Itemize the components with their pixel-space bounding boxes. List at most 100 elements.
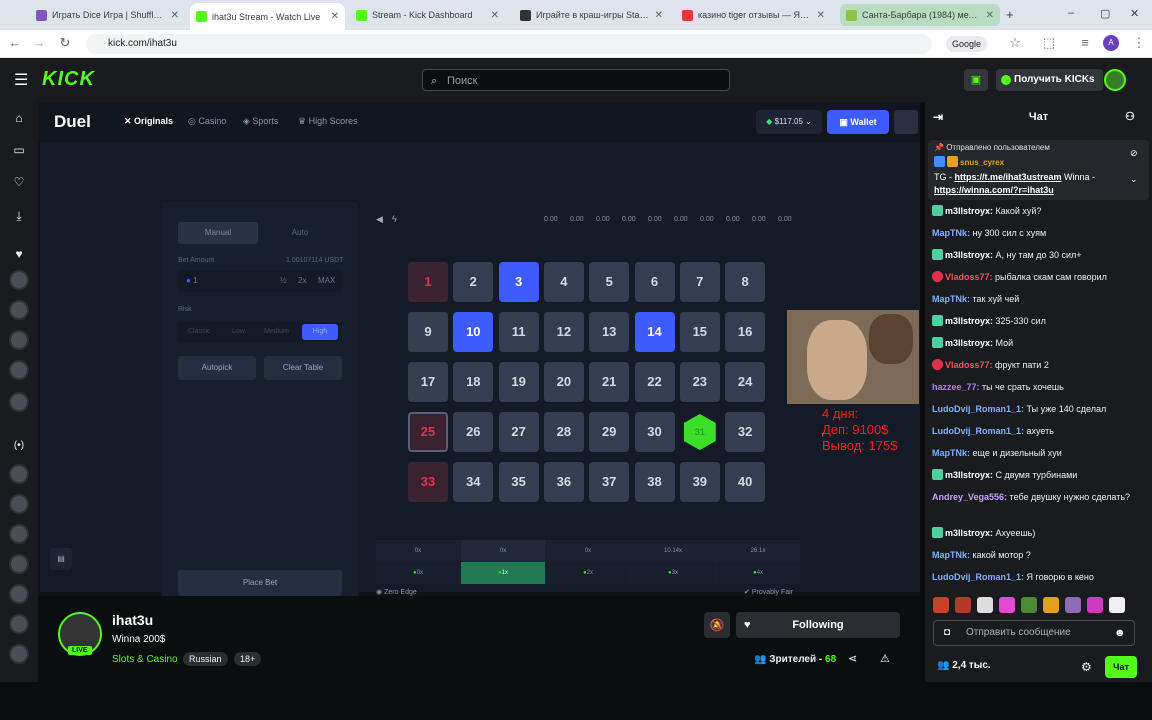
emote[interactable] — [999, 597, 1015, 613]
unpin-icon[interactable]: ⊘ — [1130, 148, 1138, 159]
report-icon[interactable]: ⚠ — [880, 652, 890, 665]
minimize-icon[interactable]: – — [1068, 7, 1074, 19]
chat-username[interactable]: m3llstroyx — [945, 338, 990, 348]
browse-icon[interactable]: ▭ — [7, 140, 31, 160]
emote[interactable] — [1043, 597, 1059, 613]
favorites-heart-icon[interactable]: ♥ — [7, 244, 31, 264]
user-avatar[interactable] — [1104, 69, 1126, 91]
address-bar[interactable]: kick.com/ihat3u — [86, 34, 932, 54]
kick-header: ☰ KICK ⌕ Поиск ▣ Получить KICKs — [0, 58, 1152, 102]
emoji-icon[interactable]: ☻ — [1114, 621, 1126, 645]
chat-username[interactable]: m3llstroyx — [945, 316, 990, 326]
followed-channel-avatar[interactable] — [9, 300, 29, 320]
keno-cell: 22 — [634, 362, 675, 402]
recommended-channel-avatar[interactable] — [9, 584, 29, 604]
chat-username[interactable]: m3llstroyx — [945, 206, 990, 216]
close-tab-icon[interactable]: ✕ — [986, 10, 994, 21]
emote[interactable] — [1065, 597, 1081, 613]
chat-username[interactable]: Andrey_Vega556 — [932, 492, 1004, 502]
kick-logo[interactable]: KICK — [42, 68, 95, 91]
recommended-channel-avatar[interactable] — [9, 494, 29, 514]
followed-channel-avatar[interactable] — [9, 360, 29, 380]
chat-username[interactable]: MapTNk — [932, 550, 967, 560]
follow-button[interactable]: ♥ Following — [736, 612, 900, 638]
browser-tab[interactable]: Stream - Kick Dashboard ✕ — [350, 4, 505, 26]
followed-channel-avatar[interactable] — [9, 330, 29, 350]
recommended-channel-avatar[interactable] — [9, 464, 29, 484]
chat-username[interactable]: m3llstroyx — [945, 250, 990, 260]
chat-username[interactable]: Vladoss77 — [945, 272, 990, 282]
close-tab-icon[interactable]: ✕ — [655, 10, 663, 21]
chat-username[interactable]: Vladoss77 — [945, 360, 990, 370]
chat-message: m3llstroyx: Какой хуй? — [932, 204, 1146, 218]
bet-panel: Manual Auto Bet Amount 1.00107114 USDT ●… — [162, 202, 358, 612]
hamburger-icon[interactable]: ☰ — [14, 70, 28, 90]
emote[interactable] — [1021, 597, 1037, 613]
forward-icon[interactable]: → — [30, 35, 48, 50]
menu-kebab-icon[interactable]: ⋮ — [1130, 35, 1148, 51]
extensions-icon[interactable]: ⬚ — [1040, 35, 1058, 51]
google-lens-button[interactable]: Google — [946, 36, 988, 52]
get-kicks-button[interactable]: Получить KICKs — [996, 69, 1103, 91]
chat-input[interactable]: ◘ Отправить сообщение ☻ — [933, 620, 1135, 646]
stream-category[interactable]: Slots & Casino — [112, 654, 178, 665]
emote[interactable] — [955, 597, 971, 613]
recommended-channel-avatar[interactable] — [9, 524, 29, 544]
settings-gear-icon[interactable]: ⚙ — [1081, 660, 1092, 674]
share-icon[interactable]: ⋖ — [848, 652, 857, 665]
home-icon[interactable]: ⌂ — [7, 108, 31, 128]
chat-username[interactable]: LudoDvij_Roman1_1 — [932, 572, 1021, 582]
chat-username[interactable]: m3llstroyx — [945, 470, 990, 480]
browser-tab[interactable]: ihat3u Stream - Watch Live ✕ — [190, 3, 345, 30]
profile-avatar[interactable]: A — [1103, 35, 1119, 51]
chat-username[interactable]: LudoDvij_Roman1_1 — [932, 404, 1021, 414]
emote[interactable] — [1087, 597, 1103, 613]
pinned-link-tg[interactable]: https://t.me/ihat3ustream — [955, 172, 1062, 182]
recommended-channel-avatar[interactable] — [9, 614, 29, 634]
chat-users-icon[interactable]: ⚇ — [1125, 102, 1135, 132]
tag-russian[interactable]: Russian — [183, 652, 228, 666]
chat-username[interactable]: hazzee_77 — [932, 382, 977, 392]
emote[interactable] — [933, 597, 949, 613]
reload-icon[interactable]: ↻ — [56, 35, 74, 51]
collapse-chat-icon[interactable]: ⇥ — [933, 102, 943, 132]
notification-mute-icon[interactable]: 🔕 — [704, 612, 730, 638]
search-input[interactable]: ⌕ Поиск — [422, 69, 730, 91]
browser-tab[interactable]: Играть Dice Игра | Shuffle - VIP ✕ — [30, 4, 185, 26]
star-icon[interactable]: ☆ — [1006, 35, 1024, 51]
chat-username[interactable]: m3llstroyx — [945, 528, 990, 538]
dashboard-icon[interactable]: ⤓ — [7, 206, 31, 226]
reading-list-icon[interactable]: ≡ — [1076, 35, 1094, 50]
tag-18plus[interactable]: 18+ — [234, 652, 262, 666]
recommended-channel-avatar[interactable] — [9, 554, 29, 574]
recommended-channel-avatar[interactable] — [9, 644, 29, 664]
chat-text: ахуеть — [1026, 426, 1054, 436]
back-icon[interactable]: ← — [6, 35, 24, 50]
chat-username[interactable]: MapTNk — [932, 294, 967, 304]
recommended-icon[interactable]: (•) — [7, 436, 31, 456]
emote[interactable] — [977, 597, 993, 613]
browser-tab[interactable]: казино tiger отзывы — Яндекс ✕ — [676, 4, 831, 26]
pinned-link-winna[interactable]: https://winna.com/?r=ihat3u — [934, 185, 1054, 195]
store-icon[interactable]: ▣ — [964, 69, 988, 91]
new-tab-icon[interactable]: + — [1006, 7, 1014, 22]
streamer-name[interactable]: ihat3u — [112, 612, 153, 628]
close-window-icon[interactable]: ✕ — [1130, 7, 1139, 20]
following-icon[interactable]: ♡ — [7, 172, 31, 192]
close-tab-icon[interactable]: ✕ — [817, 10, 825, 21]
close-tab-icon[interactable]: ✕ — [491, 10, 499, 21]
video-player[interactable]: Duel ✕ Originals ◎ Casino ◈ Sports ♛ Hig… — [38, 102, 920, 612]
maximize-icon[interactable]: ▢ — [1100, 7, 1110, 20]
chat-send-button[interactable]: Чат — [1105, 656, 1137, 678]
browser-tab[interactable]: Санта-Барбара (1984) мелодр ✕ — [840, 4, 1000, 26]
expand-chevron-icon[interactable]: ⌄ — [1130, 174, 1138, 185]
chat-username[interactable]: LudoDvij_Roman1_1 — [932, 426, 1021, 436]
followed-channel-avatar[interactable] — [9, 270, 29, 290]
chat-username[interactable]: MapTNk — [932, 228, 967, 238]
close-tab-icon[interactable]: ✕ — [171, 10, 179, 21]
chat-username[interactable]: MapTNk — [932, 448, 967, 458]
followed-channel-avatar[interactable] — [9, 392, 29, 412]
close-tab-icon[interactable]: ✕ — [331, 11, 339, 22]
browser-tab[interactable]: Играйте в краш-игры Stake Ori ✕ — [514, 4, 669, 26]
emote[interactable] — [1109, 597, 1125, 613]
